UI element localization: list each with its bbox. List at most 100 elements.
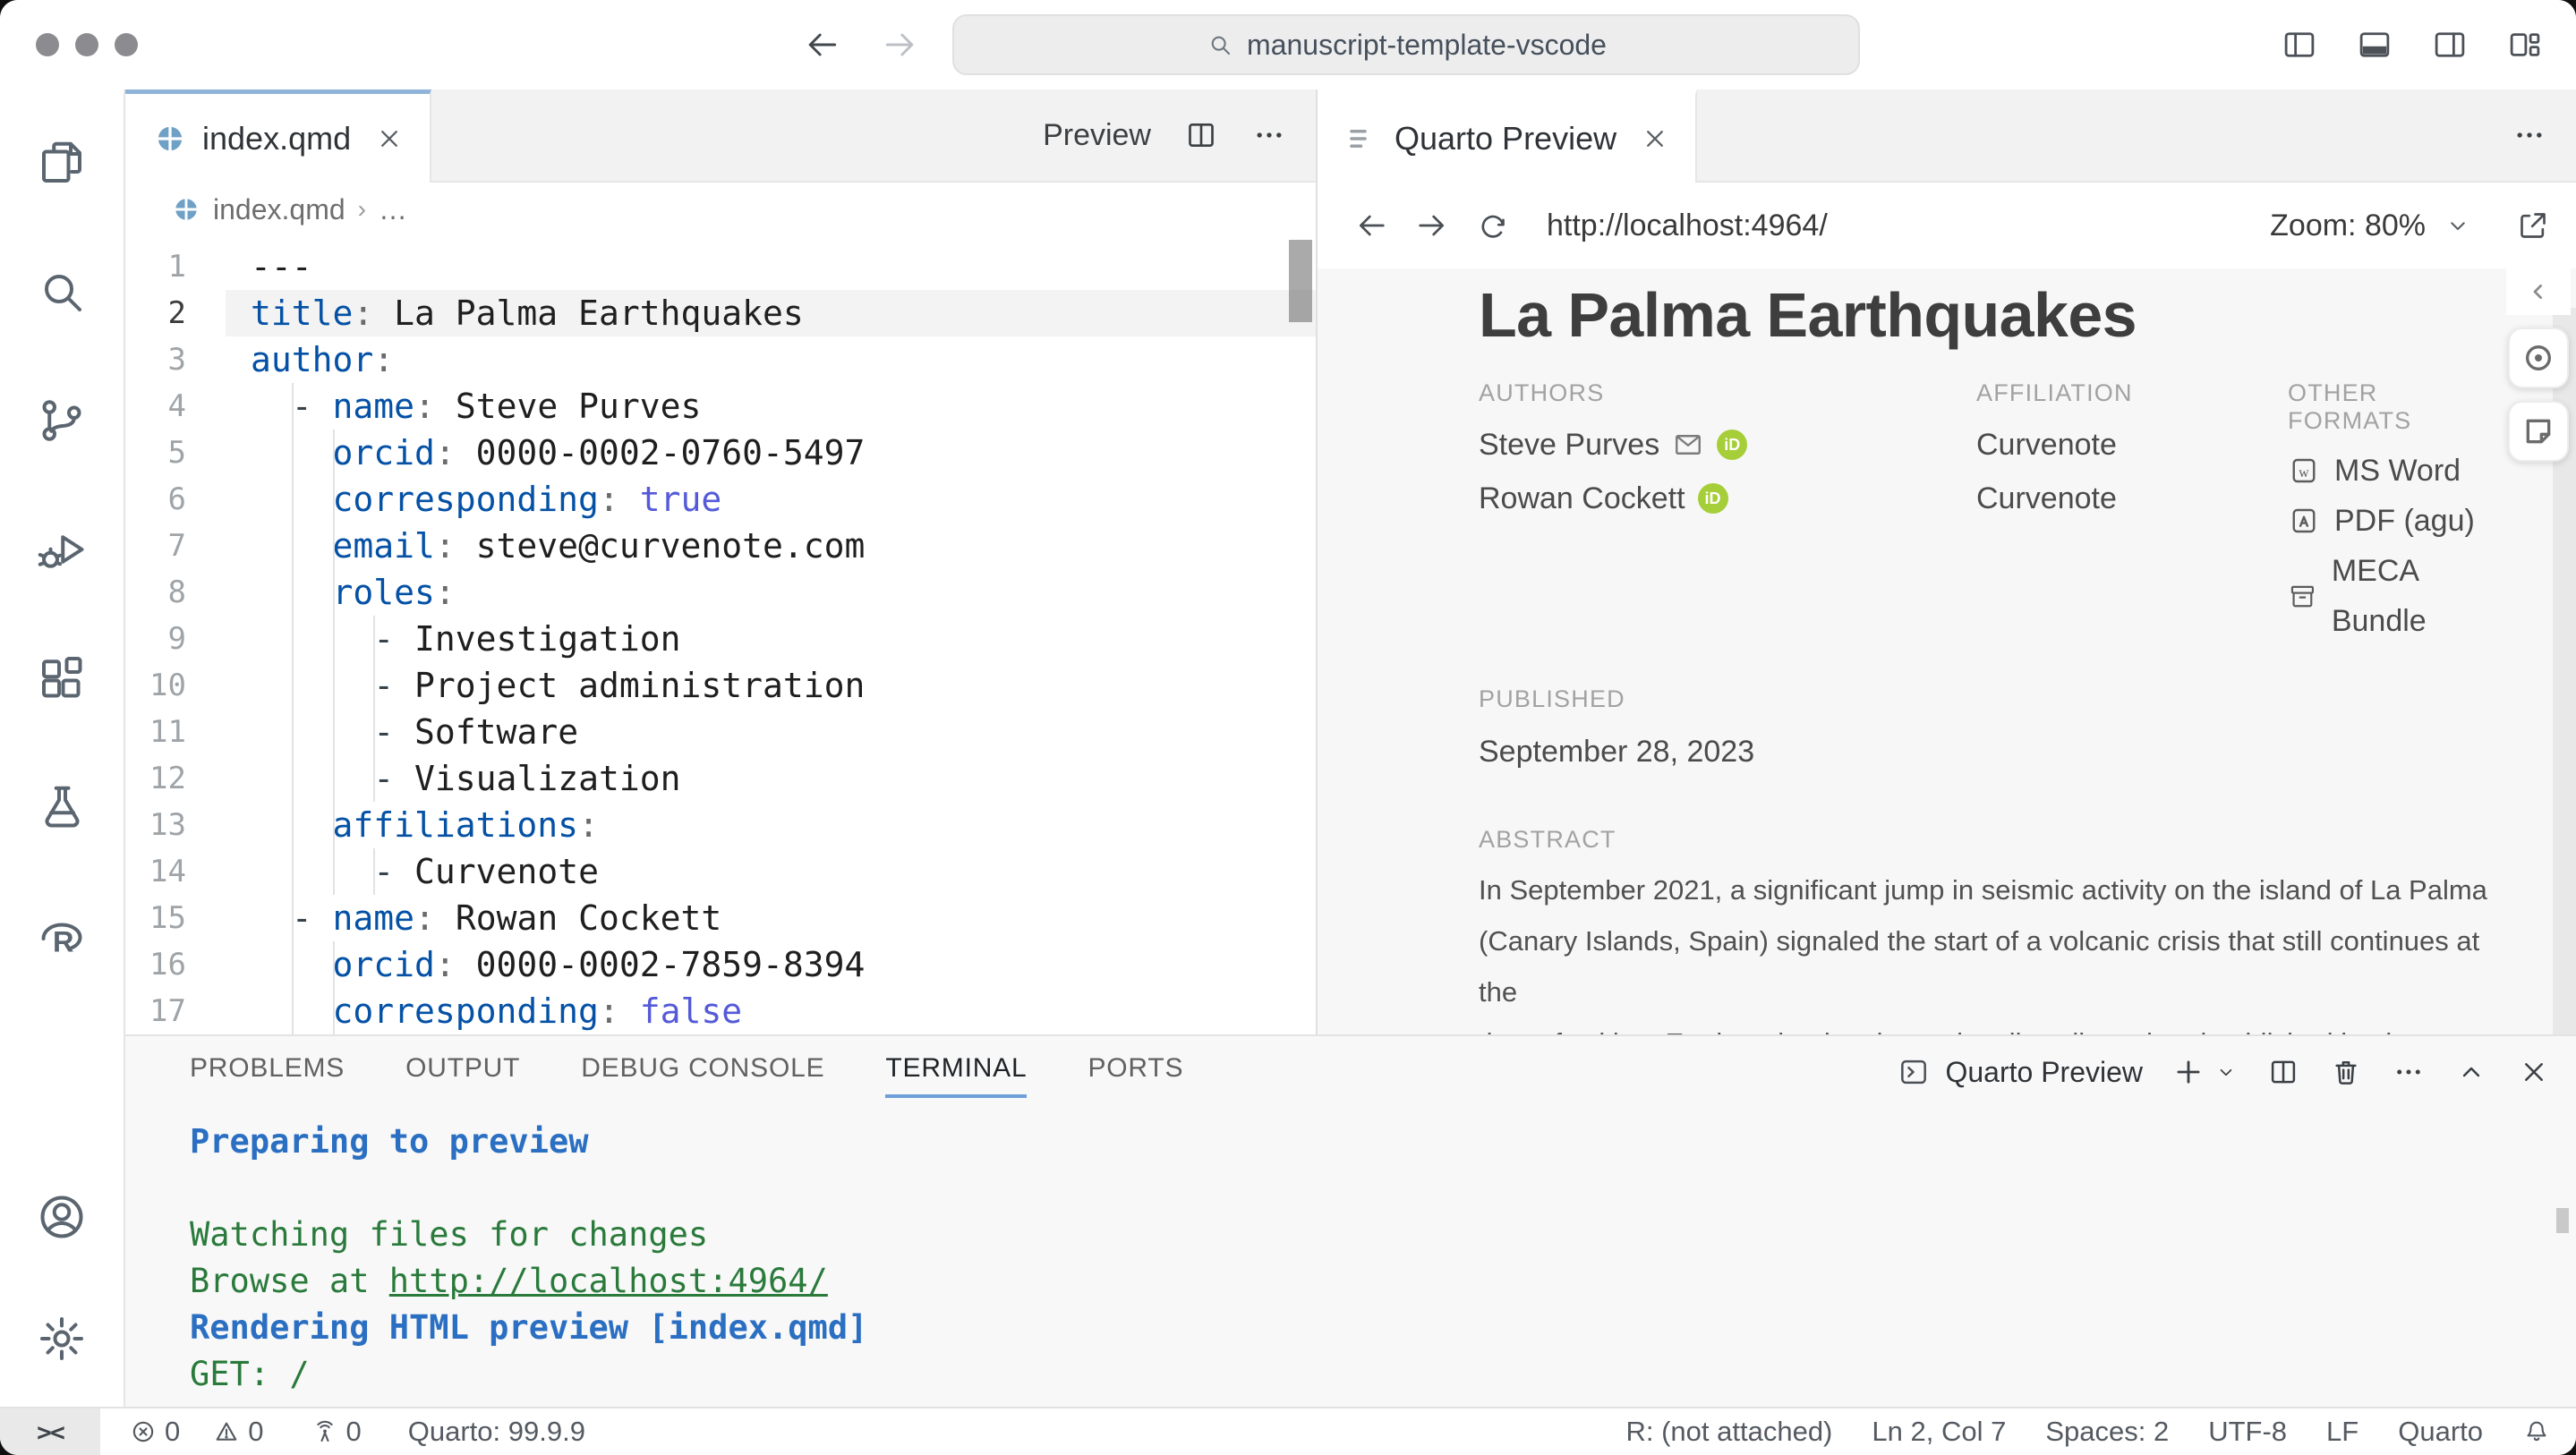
status-item[interactable]: LF [2326,1416,2358,1448]
code-line[interactable]: 8 roles: [125,569,1316,616]
layout-custom-icon[interactable] [2506,26,2544,64]
tab-index-qmd[interactable]: index.qmd [125,89,432,183]
status-item[interactable]: UTF-8 [2208,1416,2287,1448]
panel-tab-problems[interactable]: PROBLEMS [190,1042,345,1102]
preview-forward-icon[interactable] [1414,208,1450,243]
code-line[interactable]: 14 - Curvenote [125,848,1316,895]
kill-terminal-icon[interactable] [2329,1055,2363,1089]
code-line[interactable]: 2 title: La Palma Earthquakes [125,290,1316,336]
quarto-file-icon [154,123,186,155]
author-row: Steve Purves iD [1479,418,1976,472]
status-item[interactable]: Quarto [2398,1416,2483,1448]
status-item[interactable]: Ln 2, Col 7 [1872,1416,2006,1448]
activity-item-search[interactable] [19,249,105,335]
activity-item-extensions[interactable] [19,635,105,721]
mail-icon[interactable] [1672,429,1704,461]
breadcrumb-file[interactable]: index.qmd [213,193,345,226]
status-item-error[interactable]: 0 [129,1416,180,1448]
zoom-control[interactable]: Zoom: 80% [2270,208,2472,243]
code-editor[interactable]: 1 --- 2 title: La Palma Earthquakes 3 author:… [125,236,1316,1034]
breadcrumb[interactable]: index.qmd › … [125,183,1316,236]
tab-quarto-preview[interactable]: Quarto Preview [1318,89,1698,183]
preview-tab-icon [1346,123,1378,155]
collapse-toc-button[interactable] [2506,268,2571,315]
breadcrumb-more[interactable]: … [379,193,407,226]
activity-item-run-debug[interactable] [19,506,105,592]
activity-item-testing[interactable] [19,764,105,850]
code-line[interactable]: 15 - name: Rowan Cockett [125,895,1316,941]
preview-back-icon[interactable] [1353,208,1389,243]
tab-close-icon[interactable] [374,123,405,154]
code-line[interactable]: 1 --- [125,243,1316,290]
new-terminal-button[interactable] [2171,1055,2238,1089]
code-line[interactable]: 5 orcid: 0000-0002-0760-5497 [125,430,1316,476]
format-link-pdf[interactable]: PDF (agu) [2288,496,2504,546]
activity-item-r-lang[interactable]: R [19,893,105,979]
orcid-icon[interactable]: iD [1717,430,1748,460]
history-forward-icon[interactable] [881,25,920,64]
status-item-ports[interactable]: 0 [311,1416,362,1448]
activity-item-source-control[interactable] [19,378,105,464]
split-terminal-icon[interactable] [2266,1055,2300,1089]
sidebar-left-icon[interactable] [2281,26,2318,64]
close-panel-icon[interactable] [2517,1055,2551,1089]
reload-icon[interactable] [1475,208,1511,243]
panel-tab-output[interactable]: OUTPUT [405,1042,520,1102]
status-item[interactable]: Quarto: 99.9.9 [408,1416,585,1448]
preview-url[interactable]: http://localhost:4964/ [1547,208,1828,243]
orcid-icon[interactable]: iD [1697,483,1728,514]
maximize-panel-icon[interactable] [2454,1055,2488,1089]
code-line[interactable]: 11 - Software [125,709,1316,755]
status-item[interactable]: Spaces: 2 [2045,1416,2169,1448]
status-item-bell[interactable] [2522,1417,2551,1446]
split-editor-icon[interactable] [1183,117,1219,153]
panel-tab-terminal[interactable]: TERMINAL [885,1042,1028,1102]
note-icon [2521,413,2556,449]
more-actions-icon[interactable] [2512,117,2547,153]
window-minimize-button[interactable] [75,33,98,56]
code-line[interactable]: 13 affiliations: [125,802,1316,848]
line-number: 13 [149,807,186,843]
code-line[interactable]: 12 - Visualization [125,755,1316,802]
code-line[interactable]: 9 - Investigation [125,616,1316,662]
history-back-icon[interactable] [802,25,841,64]
panel-tab-ports[interactable]: PORTS [1088,1042,1183,1102]
terminal-output[interactable]: Preparing to preview Watching files for … [125,1108,2576,1407]
code-line[interactable]: 16 orcid: 0000-0002-7859-8394 [125,941,1316,988]
remote-indicator[interactable]: >< [0,1408,100,1455]
indent-guide [291,895,294,941]
preview-action-label[interactable]: Preview [1043,118,1151,153]
editor-scrollbar[interactable] [1289,240,1312,322]
format-link-meca[interactable]: MECA Bundle [2288,546,2504,646]
code-line[interactable]: 7 email: steve@curvenote.com [125,523,1316,569]
notes-button[interactable] [2508,401,2569,462]
panel-more-icon[interactable] [2392,1055,2426,1089]
status-item[interactable]: R: (not attached) [1625,1416,1832,1448]
panel-bottom-icon[interactable] [2356,26,2393,64]
more-actions-icon[interactable] [1251,117,1287,153]
code-line[interactable]: 3 author: [125,336,1316,383]
activity-item-files[interactable] [19,120,105,206]
traffic-lights[interactable] [36,33,138,56]
open-external-icon[interactable] [2515,208,2551,243]
command-center-search[interactable]: manuscript-template-vscode [952,14,1860,75]
code-line[interactable]: 4 - name: Steve Purves [125,383,1316,430]
activity-item-account[interactable] [19,1174,105,1260]
search-icon [35,265,89,319]
activity-item-gear[interactable] [19,1296,105,1382]
code-line[interactable]: 6 corresponding: true [125,476,1316,523]
code-line[interactable]: 17 corresponding: false [125,988,1316,1034]
sidebar-right-icon[interactable] [2431,26,2469,64]
status-item-warning[interactable]: 0 [212,1416,264,1448]
terminal-instance[interactable]: Quarto Preview [1897,1055,2143,1089]
terminal-scrollbar[interactable] [2556,1208,2569,1233]
format-link-word[interactable]: w MS Word [2288,446,2504,496]
window-zoom-button[interactable] [115,33,138,56]
visibility-button[interactable] [2508,328,2569,388]
indent-guide [332,476,335,523]
terminal-link[interactable]: http://localhost:4964/ [389,1262,828,1300]
code-line[interactable]: 10 - Project administration [125,662,1316,709]
tab-close-icon[interactable] [1640,123,1670,154]
panel-tab-debug-console[interactable]: DEBUG CONSOLE [581,1042,824,1102]
window-close-button[interactable] [36,33,59,56]
